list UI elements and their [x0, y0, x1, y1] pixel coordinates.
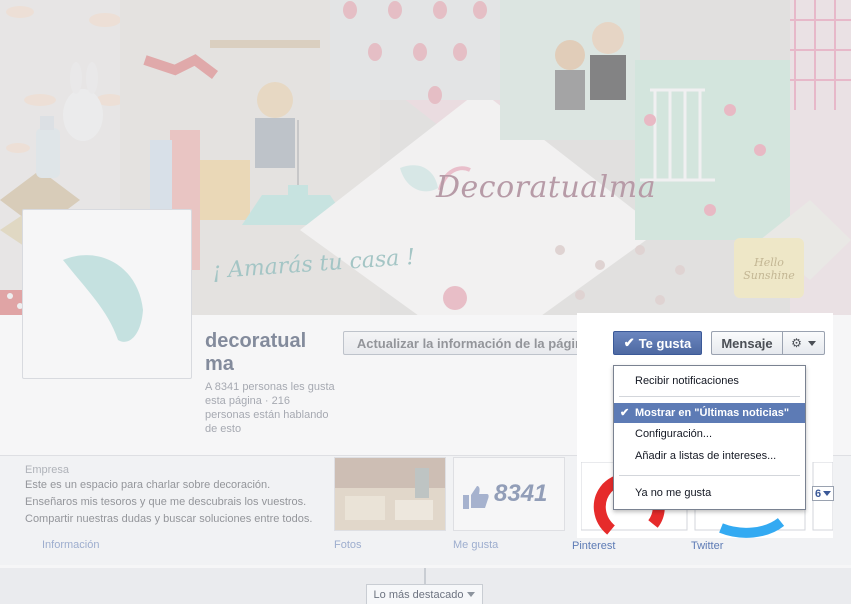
page-title-line-2: ma	[205, 353, 234, 375]
brand-leaf-icon	[63, 255, 143, 342]
update-page-info-button[interactable]: Actualizar la información de la página	[343, 331, 604, 355]
page-title-line-1: decoratual	[205, 330, 307, 352]
like-button-label: Te gusta	[638, 335, 692, 351]
check-icon: ✔	[623, 335, 635, 350]
about-line: Compartir nuestras dudas y buscar soluci…	[25, 513, 313, 525]
likes-tile[interactable]: 8341	[453, 457, 565, 531]
message-button[interactable]: Mensaje	[711, 331, 782, 355]
photos-tile[interactable]	[334, 457, 446, 531]
likes-label[interactable]: Me gusta	[453, 539, 498, 551]
highlights-label: Lo más destacado	[373, 588, 464, 601]
info-link[interactable]: Información	[42, 539, 99, 551]
cover-hello-sign: Hello Sunshine	[734, 238, 804, 298]
chevron-down-icon	[823, 491, 832, 496]
menu-item-show-in-news-feed[interactable]: ✔ Mostrar en "Últimas noticias"	[614, 403, 805, 423]
thumbs-up-icon	[463, 486, 489, 509]
cover-brand-text: Decoratualma	[436, 170, 657, 205]
menu-item-add-to-interest-lists[interactable]: Añadir a listas de intereses...	[614, 446, 805, 466]
likes-count: 8341	[494, 480, 548, 507]
page-stats: A 8341 personas les gusta esta página · …	[205, 381, 335, 435]
menu-divider	[619, 396, 800, 397]
page-title[interactable]: decoratual ma	[205, 330, 335, 376]
pinterest-label[interactable]: Pinterest	[572, 540, 615, 552]
highlights-dropdown[interactable]: Lo más destacado	[366, 584, 483, 604]
menu-item-settings[interactable]: Configuración...	[614, 424, 805, 444]
chevron-down-icon	[467, 592, 476, 597]
like-button[interactable]: ✔ Te gusta	[613, 331, 702, 355]
like-options-menu: Recibir notificaciones ✔ Mostrar en "Últ…	[613, 365, 806, 510]
more-apps-count: 6	[814, 487, 822, 500]
photos-thumbnail	[335, 458, 445, 530]
twitter-label[interactable]: Twitter	[691, 540, 723, 552]
menu-item-label: Mostrar en "Últimas noticias"	[635, 407, 790, 419]
about-line: Enseñaros mis tesoros y que me descubrai…	[25, 496, 307, 508]
settings-gear-button[interactable]: ⚙	[782, 331, 825, 355]
gear-icon: ⚙	[791, 336, 802, 350]
about-line: Este es un espacio para charlar sobre de…	[25, 479, 271, 491]
profile-picture[interactable]	[22, 209, 192, 379]
photos-label[interactable]: Fotos	[334, 539, 362, 551]
about-category: Empresa	[25, 464, 70, 476]
chevron-down-icon	[807, 340, 816, 346]
menu-item-receive-notifications[interactable]: Recibir notificaciones	[614, 371, 805, 391]
more-apps-button[interactable]: 6	[812, 486, 834, 501]
menu-item-unlike[interactable]: Ya no me gusta	[614, 483, 805, 503]
check-icon: ✔	[620, 407, 630, 419]
menu-divider	[619, 475, 800, 476]
highlight-panel: ✔ Te gusta Mensaje ⚙ Pinterest Twitter R…	[572, 313, 833, 552]
timeline-line	[424, 568, 426, 584]
